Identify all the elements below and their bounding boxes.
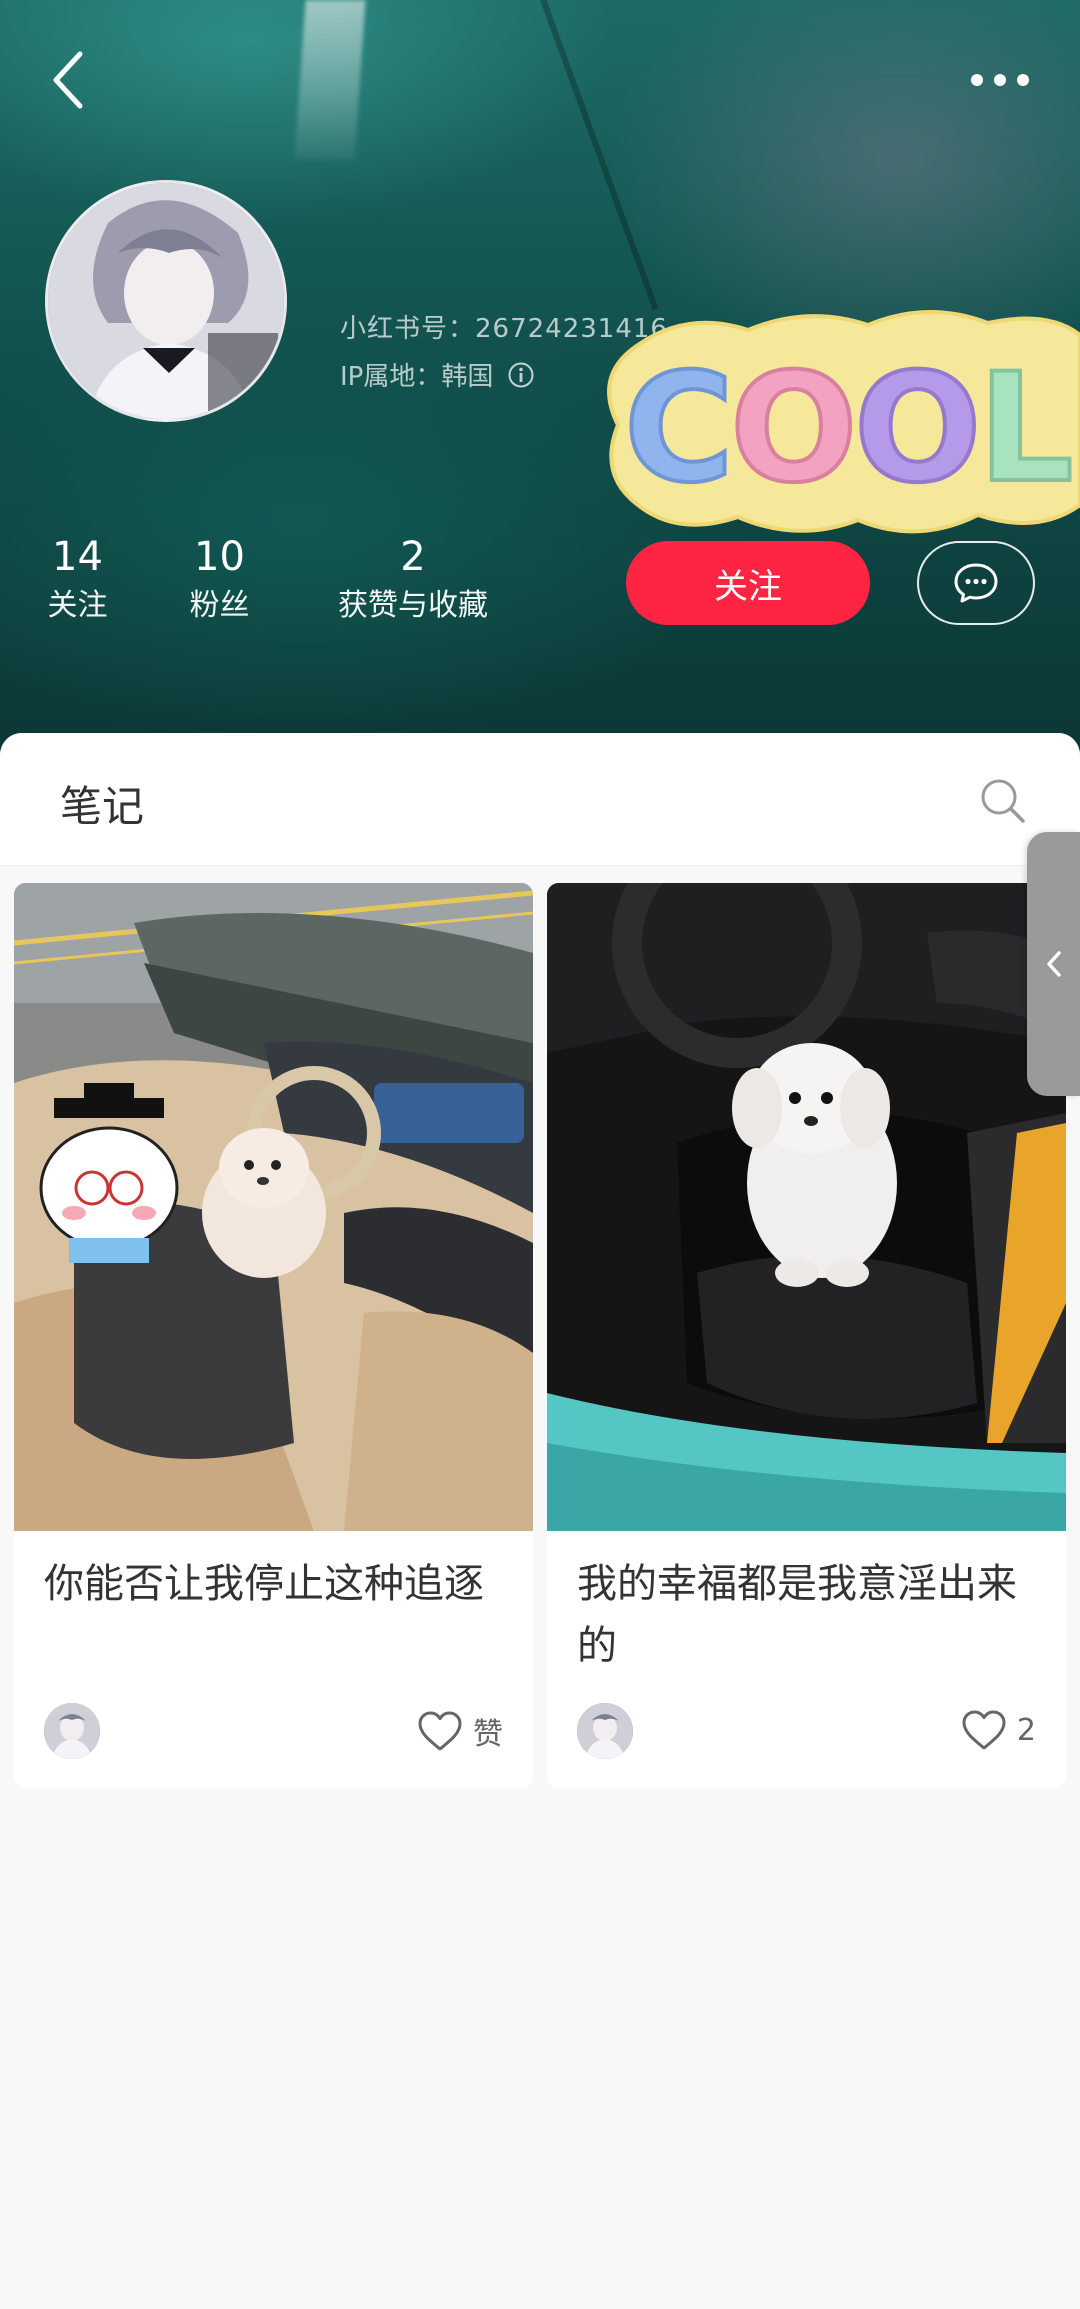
stat-following-label: 关注 bbox=[47, 588, 108, 623]
more-dots-icon bbox=[971, 74, 1029, 86]
cool-letter-o2: O bbox=[854, 342, 982, 516]
note-cover-image bbox=[14, 883, 533, 1531]
author-avatar[interactable] bbox=[44, 1703, 100, 1759]
note-card[interactable]: 你能否让我停止这种追逐 赞 bbox=[14, 883, 533, 1788]
avatar-image bbox=[48, 183, 284, 419]
like-button[interactable]: 赞 bbox=[417, 1709, 503, 1753]
search-icon bbox=[981, 779, 1025, 823]
tab-notes[interactable]: 笔记 bbox=[60, 773, 144, 834]
stat-likes-collects[interactable]: 2 获赞与收藏 bbox=[328, 530, 498, 628]
banner-decoration bbox=[540, 0, 659, 311]
notes-tab-bar: 笔记 bbox=[0, 733, 1080, 866]
more-button[interactable] bbox=[960, 50, 1040, 110]
chevron-left-icon bbox=[53, 51, 83, 109]
stat-followers[interactable]: 10 粉丝 bbox=[182, 530, 257, 628]
avatar[interactable] bbox=[45, 180, 287, 422]
ip-location: IP属地：韩国 bbox=[340, 356, 535, 393]
cool-sticker: C O O L bbox=[598, 305, 1080, 545]
chevron-left-icon bbox=[1046, 951, 1061, 977]
note-cover-image bbox=[547, 883, 1066, 1531]
like-button[interactable]: 2 bbox=[961, 1709, 1036, 1751]
stat-likes-value: 2 bbox=[400, 534, 426, 580]
cool-letter-o1: O bbox=[730, 342, 858, 516]
stat-following[interactable]: 14 关注 bbox=[40, 530, 115, 628]
stat-following-value: 14 bbox=[52, 534, 103, 580]
profile-page: 小红书号：26724231416 IP属地：韩国 C O O L 14 关注 1… bbox=[0, 0, 1080, 2309]
search-button[interactable] bbox=[975, 773, 1031, 829]
note-title: 你能否让我停止这种追逐 bbox=[44, 1561, 484, 1607]
heart-icon bbox=[417, 1710, 463, 1752]
banner-light-reflection bbox=[294, 0, 366, 160]
stat-followers-label: 粉丝 bbox=[189, 588, 250, 623]
message-button[interactable] bbox=[917, 541, 1035, 625]
back-button[interactable] bbox=[36, 42, 100, 118]
heart-icon bbox=[961, 1709, 1007, 1751]
note-card[interactable]: 我的幸福都是我意淫出来的 2 bbox=[547, 883, 1066, 1788]
stat-followers-value: 10 bbox=[194, 534, 245, 580]
stat-likes-label: 获赞与收藏 bbox=[338, 588, 488, 623]
follow-button[interactable]: 关注 bbox=[626, 541, 870, 625]
info-icon[interactable] bbox=[507, 361, 535, 389]
chat-bubble-icon bbox=[954, 563, 998, 603]
cool-letter-c: C bbox=[624, 342, 734, 516]
author-avatar[interactable] bbox=[577, 1703, 633, 1759]
like-count: 2 bbox=[1016, 1712, 1036, 1748]
note-title: 我的幸福都是我意淫出来的 bbox=[577, 1561, 1017, 1669]
side-drawer-handle[interactable] bbox=[1027, 832, 1080, 1096]
ip-location-text: IP属地：韩国 bbox=[340, 362, 494, 392]
cool-letter-l: L bbox=[978, 342, 1074, 516]
like-count: 赞 bbox=[473, 1717, 503, 1752]
